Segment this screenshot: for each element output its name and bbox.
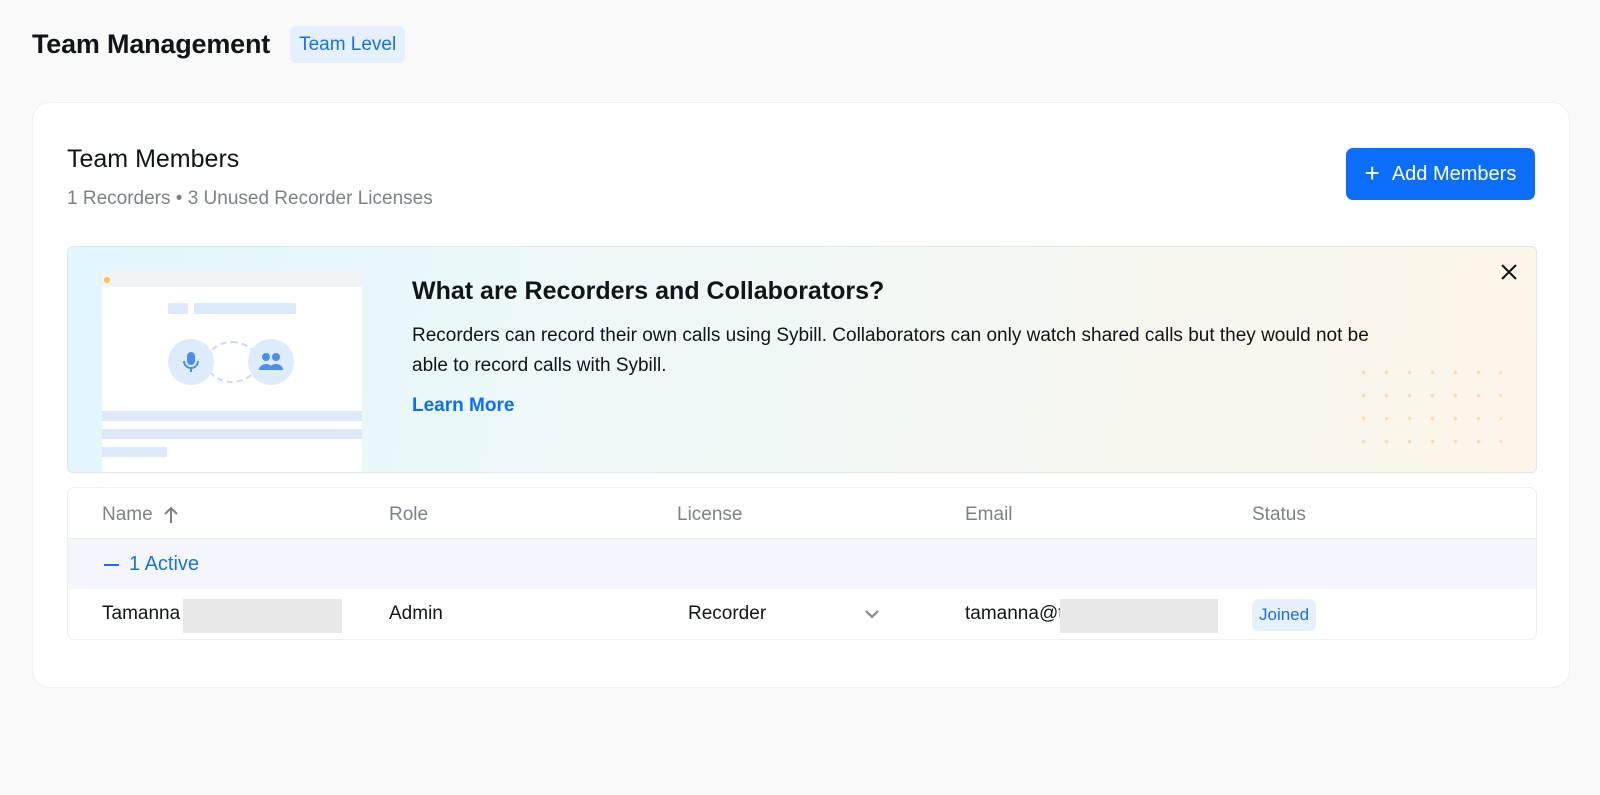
table-row[interactable]: Tamanna Admin Recorder tamanna@t Joined <box>68 589 1536 639</box>
card-title: Team Members <box>67 145 240 173</box>
group-label: 1 Active <box>129 553 200 575</box>
page-header: Team Management Team Level <box>32 26 406 63</box>
add-members-label: Add Members <box>1391 162 1517 185</box>
table-header: Name Role License Email Status <box>68 488 1536 539</box>
member-email: tamanna@t <box>965 603 1064 624</box>
learn-more-link[interactable]: Learn More <box>412 395 514 417</box>
add-members-button[interactable]: + Add Members <box>1346 148 1535 200</box>
chevron-down-icon <box>865 610 879 619</box>
redacted-surname <box>183 599 342 633</box>
info-banner: What are Recorders and Collaborators? Re… <box>67 246 1537 473</box>
users-icon <box>248 339 294 385</box>
banner-title: What are Recorders and Collaborators? <box>412 277 885 305</box>
decorative-dots <box>1352 361 1502 461</box>
member-role: Admin <box>389 603 443 624</box>
microphone-icon <box>168 339 214 385</box>
status-badge: Joined <box>1252 599 1317 631</box>
team-level-badge[interactable]: Team Level <box>290 26 406 63</box>
member-name: Tamanna <box>102 603 181 624</box>
redacted-email <box>1060 599 1218 633</box>
column-header-status[interactable]: Status <box>1252 504 1306 526</box>
card-header: Team Members 1 Recorders • 3 Unused Reco… <box>67 145 433 210</box>
minus-icon <box>104 563 119 566</box>
plus-icon: + <box>1364 158 1380 188</box>
members-table: Name Role License Email Status 1 Active … <box>67 487 1537 640</box>
group-row-active: 1 Active <box>68 539 1536 589</box>
banner-body: Recorders can record their own calls usi… <box>412 325 1369 376</box>
column-header-role[interactable]: Role <box>389 504 428 526</box>
team-members-card: Team Members 1 Recorders • 3 Unused Reco… <box>32 102 1570 688</box>
column-header-license[interactable]: License <box>677 504 743 526</box>
license-summary: 1 Recorders • 3 Unused Recorder Licenses <box>67 188 433 209</box>
page-title: Team Management <box>32 29 271 59</box>
group-toggle[interactable]: 1 Active <box>104 553 199 576</box>
license-value: Recorder <box>688 603 767 624</box>
license-select[interactable]: Recorder <box>688 603 880 625</box>
banner-illustration <box>102 271 362 472</box>
column-header-name[interactable]: Name <box>102 504 179 526</box>
close-icon[interactable] <box>1498 261 1520 283</box>
column-header-email[interactable]: Email <box>965 504 1013 526</box>
arrow-up-icon <box>163 506 178 523</box>
